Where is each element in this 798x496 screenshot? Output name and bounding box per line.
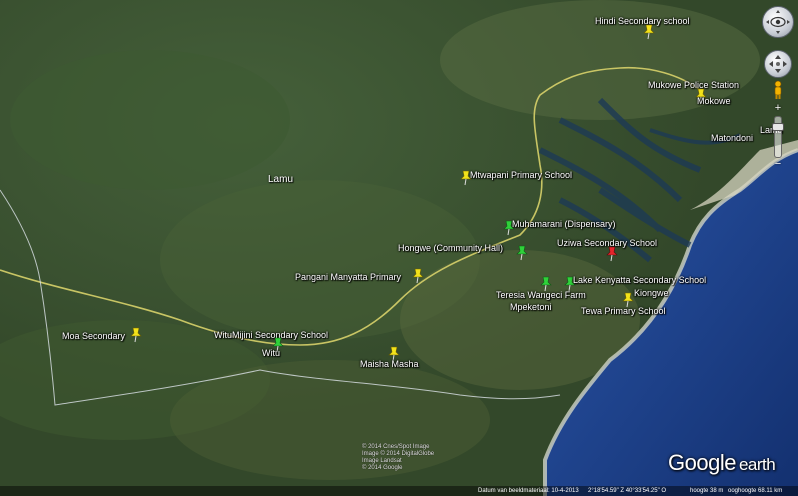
elevation: hoogte 38 m (690, 488, 724, 494)
place-label: Muhamarani (Dispensary) (512, 219, 616, 229)
move-control[interactable] (764, 50, 792, 78)
look-control[interactable] (762, 6, 794, 38)
place-label: Maisha Masha (360, 359, 419, 369)
arrows-icon (769, 55, 787, 73)
street-view-control[interactable] (771, 80, 785, 100)
yellow-pushpin-icon[interactable] (643, 24, 657, 40)
place-mpeketoni[interactable]: Mpeketoni (510, 302, 552, 313)
yellow-pushpin-icon[interactable] (130, 327, 144, 343)
place-label: Hongwe (Community Hall) (398, 243, 504, 253)
zoom-slider[interactable] (772, 116, 784, 158)
google-earth-logo: Google earth (668, 450, 776, 476)
logo-google: Google (668, 450, 736, 475)
place-label: Kiongwe (634, 288, 669, 298)
place-label: Mukowe Police Station (648, 80, 740, 90)
logo-earth: earth (738, 455, 776, 474)
zoom-in-button[interactable]: + (771, 102, 785, 114)
region-label: Lamu (268, 174, 294, 185)
pegman-icon (774, 80, 782, 99)
zoom-slider-handle[interactable] (772, 123, 784, 131)
status-bar: Datum van beeldmateriaal: 10-4-2013 2°18… (0, 486, 798, 496)
green-pushpin-icon[interactable] (516, 245, 530, 261)
yellow-pushpin-icon[interactable] (412, 268, 426, 284)
place-mokowe[interactable]: Mokowe (697, 96, 731, 107)
place-label: Lake Kenyatta Secondary School (573, 275, 707, 285)
place-label: Mtwapani Primary School (470, 170, 573, 180)
place-label: Moa Secondary (62, 331, 126, 341)
credit-line: © 2014 Cnes/Spot Image (362, 444, 430, 450)
place-witu[interactable]: Witu (262, 348, 280, 359)
credit-line: Image © 2014 DigitalGlobe (362, 451, 435, 457)
zoom-out-button[interactable]: − (771, 158, 785, 170)
credit-line: Image Landsat (362, 458, 402, 464)
place-matondoni[interactable]: Matondoni (711, 133, 753, 144)
eye-altitude: ooghoogte 68.11 km (728, 488, 783, 494)
place-tewa[interactable]: Tewa Primary School (581, 306, 666, 317)
map-view[interactable]: Lamu Hindi Secondary school Mukowe Polic… (0, 0, 798, 496)
pointer-coordinates: 2°18'54.59" Z 40°33'54.25" O (588, 488, 667, 494)
place-label: Teresia Wangeci Farm (496, 290, 586, 300)
credit-line: © 2014 Google (362, 465, 403, 471)
place-label: Pangani Manyatta Primary (295, 272, 402, 282)
eye-icon (766, 10, 790, 34)
imagery-credits: © 2014 Cnes/Spot Image Image © 2014 Digi… (362, 444, 434, 472)
red-pushpin-icon[interactable] (606, 246, 620, 262)
imagery-date: Datum van beeldmateriaal: 10-4-2013 (478, 488, 579, 494)
